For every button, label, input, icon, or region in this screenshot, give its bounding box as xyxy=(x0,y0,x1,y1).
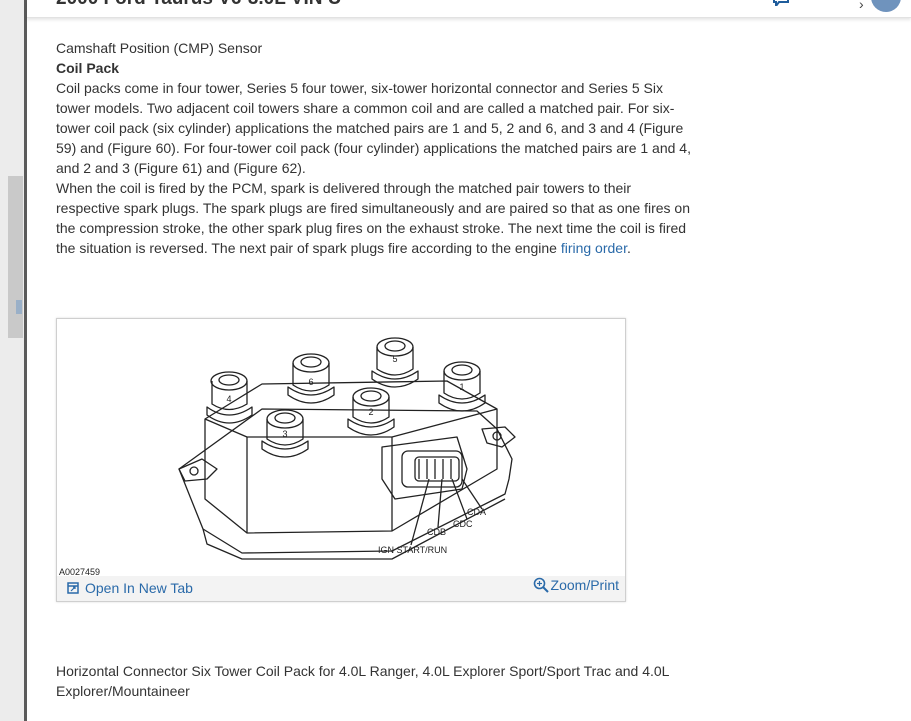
callout-ign-start-run: IGN START/RUN xyxy=(378,545,447,555)
connector-body xyxy=(381,436,468,500)
firing-order-link[interactable]: firing order xyxy=(561,240,627,256)
tower-label-1: 1 xyxy=(459,382,464,392)
callout-cdb: CDB xyxy=(427,527,446,537)
zoom-print-label: Zoom/Print xyxy=(550,577,619,593)
open-in-new-tab-label: Open In New Tab xyxy=(85,580,193,596)
figure-actions-bar: Open In New Tab Zoom/Print xyxy=(57,576,625,601)
tower-label-5: 5 xyxy=(392,354,397,364)
callout-cda: CDA xyxy=(467,507,486,517)
comment-icon[interactable] xyxy=(773,0,789,6)
left-panel-marker xyxy=(16,300,22,314)
figure-card: 1 2 3 4 5 6 CDA CDC CDB IGN START/RUN A0… xyxy=(56,318,626,602)
tower-label-4: 4 xyxy=(226,394,231,404)
document-header: 2000 Ford Taurus V6-3.0L VIN U › xyxy=(27,0,911,18)
subheading-coil-pack: Coil Pack xyxy=(56,60,120,76)
coil-pack-illustration: 1 2 3 4 5 6 CDA CDC CDB IGN START/RUN xyxy=(178,337,516,560)
paragraph-firing: When the coil is fired by the PCM, spark… xyxy=(56,178,696,258)
zoom-print-button[interactable]: Zoom/Print xyxy=(533,577,619,593)
open-in-new-tab-button[interactable]: Open In New Tab xyxy=(67,580,193,596)
open-new-tab-icon xyxy=(67,582,79,594)
panel-divider xyxy=(24,0,27,721)
figure-caption: Horizontal Connector Six Tower Coil Pack… xyxy=(56,663,669,699)
magnifier-icon xyxy=(533,577,549,593)
user-avatar[interactable] xyxy=(871,0,901,12)
paragraph-coil-types: Coil packs come in four tower, Series 5 … xyxy=(56,80,691,176)
tower-label-3: 3 xyxy=(282,429,287,439)
paragraph-firing-end: . xyxy=(626,240,631,256)
base-plate-edge xyxy=(202,498,506,560)
tower-label-2: 2 xyxy=(368,407,373,417)
tower-label-6: 6 xyxy=(308,377,313,387)
callout-cdc: CDC xyxy=(453,519,473,529)
left-panel-scrollbar-track[interactable] xyxy=(0,0,24,721)
chevron-right-icon[interactable]: › xyxy=(859,0,864,12)
section-title: Camshaft Position (CMP) Sensor xyxy=(56,40,263,56)
article-body: Camshaft Position (CMP) Sensor Coil Pack… xyxy=(56,38,696,258)
vehicle-title: 2000 Ford Taurus V6-3.0L VIN U xyxy=(56,0,341,10)
